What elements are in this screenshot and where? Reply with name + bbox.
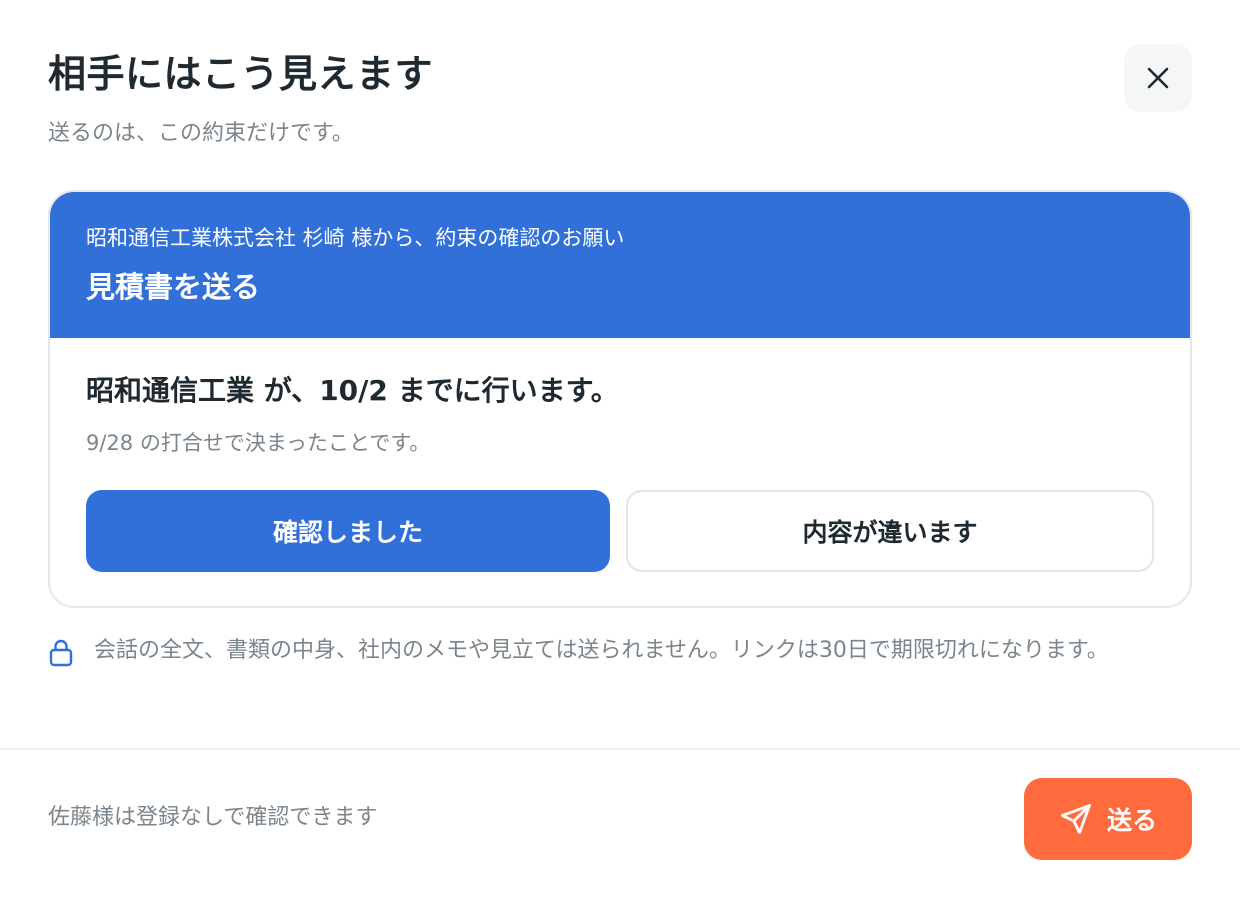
task-title: 見積書を送る xyxy=(86,270,261,304)
request-from-line: 昭和通信工業株式会社 杉崎 様から、約束の確認のお願い xyxy=(86,226,625,250)
preview-card-body: 昭和通信工業 が、10/2 までに行います。 9/28 の打合せで決まったことで… xyxy=(50,338,1190,572)
report-different-button[interactable]: 内容が違います xyxy=(626,490,1154,572)
close-button[interactable] xyxy=(1124,44,1192,112)
privacy-notice-text: 会話の全文、書類の中身、社内のメモや見立ては送られません。リンクは30日で期限切… xyxy=(94,638,1109,663)
preview-card-header: 昭和通信工業株式会社 杉崎 様から、約束の確認のお願い 見積書を送る xyxy=(50,192,1190,338)
paper-plane-icon xyxy=(1061,804,1091,834)
send-button-label: 送る xyxy=(1106,806,1157,835)
confirm-button[interactable]: 確認しました xyxy=(86,490,610,572)
close-icon xyxy=(1147,67,1169,89)
dialog-title: 相手にはこう見えます xyxy=(48,52,434,96)
preview-dialog: 相手にはこう見えます 送るのは、この約束だけです。 昭和通信工業株式会社 杉崎 … xyxy=(0,0,1240,900)
privacy-notice: 会話の全文、書類の中身、社内のメモや見立ては送られません。リンクは30日で期限切… xyxy=(48,632,1168,672)
card-actions: 確認しました 内容が違います xyxy=(86,490,1154,572)
commitment-statement: 昭和通信工業 が、10/2 までに行います。 xyxy=(86,374,619,407)
send-button[interactable]: 送る xyxy=(1024,778,1192,860)
preview-card: 昭和通信工業株式会社 杉崎 様から、約束の確認のお願い 見積書を送る 昭和通信工… xyxy=(48,190,1192,608)
dialog-subtitle: 送るのは、この約束だけです。 xyxy=(48,121,354,146)
footer-note: 佐藤様は登録なしで確認できます xyxy=(48,805,378,830)
commitment-context: 9/28 の打合せで決まったことです。 xyxy=(86,431,431,455)
lock-icon xyxy=(48,632,78,672)
footer-divider xyxy=(0,748,1240,750)
